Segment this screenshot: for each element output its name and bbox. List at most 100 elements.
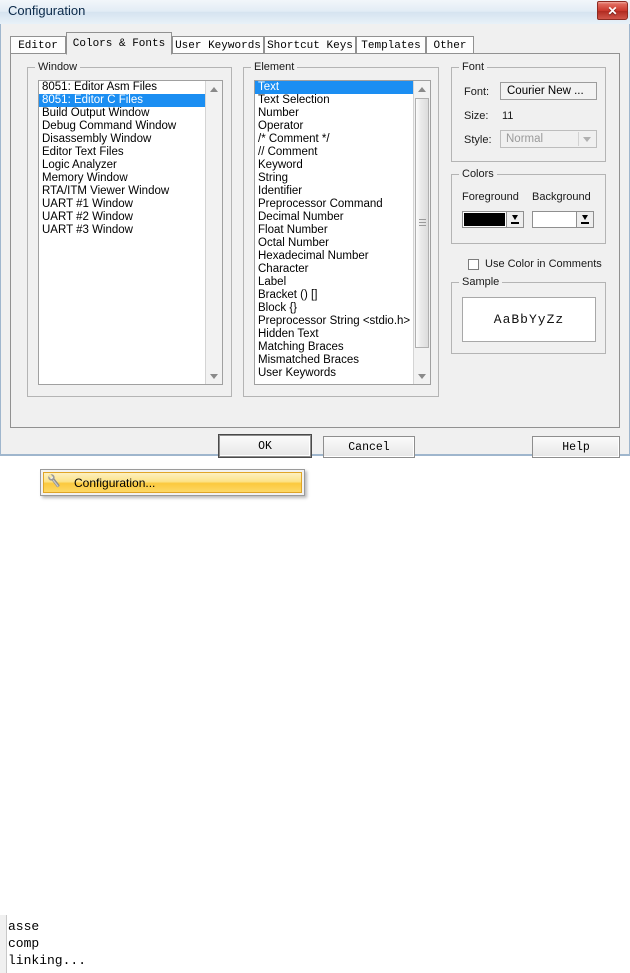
foreground-label: Foreground: [462, 191, 519, 203]
context-menu-item-configuration[interactable]: Configuration...: [43, 472, 302, 493]
list-item[interactable]: // Comment: [255, 146, 413, 159]
scroll-up-icon[interactable]: [414, 81, 430, 97]
list-item[interactable]: Octal Number: [255, 237, 413, 250]
list-item[interactable]: Hidden Text: [255, 328, 413, 341]
scrollbar-thumb[interactable]: [415, 98, 429, 348]
list-item[interactable]: 8051: Editor Asm Files: [39, 81, 205, 94]
style-combobox[interactable]: Normal: [500, 130, 597, 148]
tab-other[interactable]: Other: [426, 36, 474, 54]
background-label: Background: [532, 191, 591, 203]
background-color-swatch: [533, 212, 576, 227]
tab-shortcut-keys[interactable]: Shortcut Keys: [264, 36, 356, 54]
tab-templates[interactable]: Templates: [356, 36, 426, 54]
tab-strip: Editor Colors & Fonts User Keywords Shor…: [10, 32, 620, 54]
list-item[interactable]: 8051: Editor C Files: [39, 94, 205, 107]
dialog-title: Configuration: [8, 3, 85, 18]
window-listbox-items: 8051: Editor Asm Files 8051: Editor C Fi…: [39, 81, 205, 384]
output-gutter: [0, 915, 7, 973]
list-item[interactable]: UART #2 Window: [39, 211, 205, 224]
dialog-titlebar: Configuration ✕: [0, 0, 630, 25]
size-label: Size:: [464, 110, 488, 122]
tab-label: Templates: [361, 40, 420, 52]
scroll-down-icon[interactable]: [206, 368, 222, 384]
list-item[interactable]: Matching Braces: [255, 341, 413, 354]
sample-preview: AaBbYyZz: [462, 297, 596, 342]
foreground-color-picker[interactable]: [462, 211, 524, 228]
ok-button[interactable]: OK: [219, 435, 311, 457]
tab-user-keywords[interactable]: User Keywords: [172, 36, 264, 54]
context-menu-item-label: Configuration...: [74, 476, 155, 490]
list-item[interactable]: RTA/ITM Viewer Window: [39, 185, 205, 198]
element-listbox[interactable]: Text Text Selection Number Operator /* C…: [254, 80, 431, 385]
cancel-button[interactable]: Cancel: [323, 436, 415, 458]
scroll-down-icon[interactable]: [414, 368, 430, 384]
list-item[interactable]: UART #3 Window: [39, 224, 205, 237]
list-item[interactable]: Build Output Window: [39, 107, 205, 120]
element-listbox-scrollbar[interactable]: [413, 81, 430, 384]
output-text: asse comp linking...: [8, 918, 308, 969]
foreground-color-swatch: [463, 212, 506, 227]
window-listbox-scrollbar[interactable]: [205, 81, 222, 384]
list-item[interactable]: Operator: [255, 120, 413, 133]
list-item[interactable]: Float Number: [255, 224, 413, 237]
close-icon: ✕: [598, 2, 627, 19]
list-item[interactable]: Mismatched Braces: [255, 354, 413, 367]
close-button[interactable]: ✕: [597, 1, 628, 20]
cancel-button-label: Cancel: [348, 441, 389, 454]
font-value: Courier New ...: [507, 85, 584, 97]
list-item[interactable]: Preprocessor Command: [255, 198, 413, 211]
window-listbox[interactable]: 8051: Editor Asm Files 8051: Editor C Fi…: [38, 80, 223, 385]
configuration-dialog: Configuration ✕ Editor Colors & Fonts Us…: [0, 0, 630, 455]
dialog-body: Editor Colors & Fonts User Keywords Shor…: [0, 24, 630, 455]
list-item[interactable]: Bracket () []: [255, 289, 413, 302]
tab-colors-fonts[interactable]: Colors & Fonts: [66, 32, 172, 55]
font-groupbox: Font Font: Courier New ... Size: 11 Styl…: [451, 67, 606, 162]
list-item[interactable]: UART #1 Window: [39, 198, 205, 211]
list-item[interactable]: User Keywords: [255, 367, 413, 380]
list-item[interactable]: Character: [255, 263, 413, 276]
scroll-up-icon[interactable]: [206, 81, 222, 97]
tab-label: Editor: [18, 40, 58, 52]
scrollbar-grip-icon: [419, 219, 426, 227]
style-value: Normal: [506, 133, 543, 145]
chevron-down-icon: [578, 132, 595, 146]
list-item[interactable]: Block {}: [255, 302, 413, 315]
list-item[interactable]: Hexadecimal Number: [255, 250, 413, 263]
list-item[interactable]: Preprocessor String <stdio.h>: [255, 315, 413, 328]
list-item[interactable]: Debug Command Window: [39, 120, 205, 133]
list-item[interactable]: String: [255, 172, 413, 185]
list-item[interactable]: Number: [255, 107, 413, 120]
list-item[interactable]: Decimal Number: [255, 211, 413, 224]
wrench-icon: [44, 473, 66, 492]
list-item[interactable]: Text: [255, 81, 413, 94]
font-field-label: Font:: [464, 86, 489, 98]
use-color-in-comments-checkbox[interactable]: [468, 259, 479, 270]
context-menu: Configuration...: [40, 469, 305, 496]
font-groupbox-title: Font: [459, 61, 487, 73]
font-select-button[interactable]: Courier New ...: [500, 82, 597, 100]
background-color-picker[interactable]: [532, 211, 594, 228]
size-value: 11: [502, 110, 513, 122]
list-item[interactable]: Label: [255, 276, 413, 289]
list-item[interactable]: Keyword: [255, 159, 413, 172]
colors-groupbox-title: Colors: [459, 168, 497, 180]
list-item[interactable]: Logic Analyzer: [39, 159, 205, 172]
style-label: Style:: [464, 134, 492, 146]
tab-label: Other: [433, 40, 466, 52]
colors-groupbox: Colors Foreground Background: [451, 174, 606, 244]
sample-groupbox-title: Sample: [459, 276, 502, 288]
help-button[interactable]: Help: [532, 436, 620, 458]
list-item[interactable]: Memory Window: [39, 172, 205, 185]
background-color-dropdown-icon[interactable]: [576, 212, 593, 227]
tab-label: User Keywords: [175, 40, 261, 52]
list-item[interactable]: Editor Text Files: [39, 146, 205, 159]
list-item[interactable]: Text Selection: [255, 94, 413, 107]
foreground-color-dropdown-icon[interactable]: [506, 212, 523, 227]
list-item[interactable]: /* Comment */: [255, 133, 413, 146]
list-item[interactable]: Disassembly Window: [39, 133, 205, 146]
tab-page-colors-fonts: Window 8051: Editor Asm Files 8051: Edit…: [10, 53, 620, 428]
tab-editor[interactable]: Editor: [10, 36, 66, 54]
window-groupbox: Window 8051: Editor Asm Files 8051: Edit…: [27, 67, 232, 397]
list-item[interactable]: Identifier: [255, 185, 413, 198]
element-groupbox-title: Element: [251, 61, 297, 73]
